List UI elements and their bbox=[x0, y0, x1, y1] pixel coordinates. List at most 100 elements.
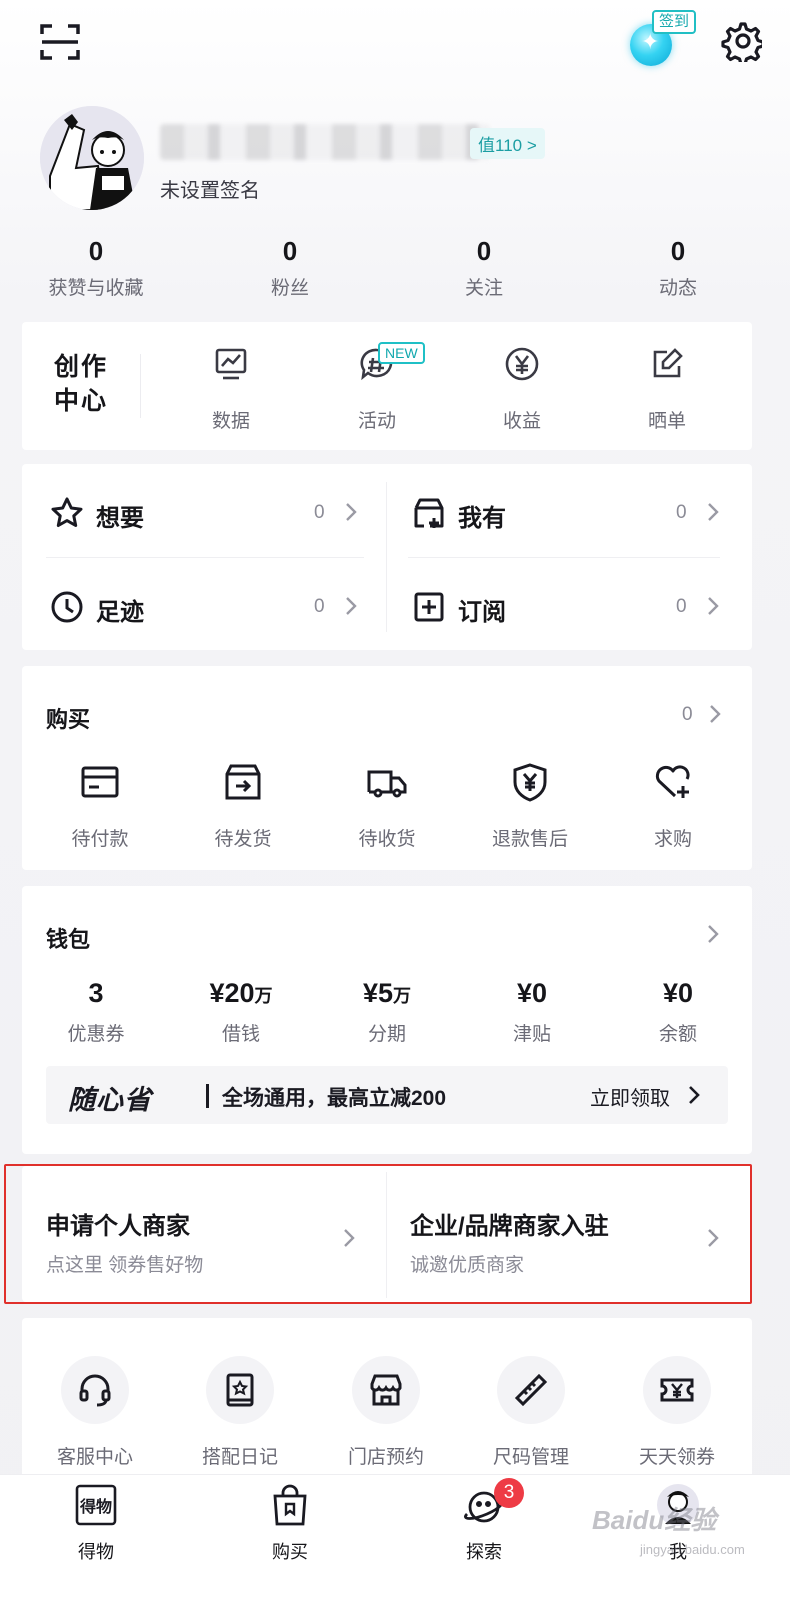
level-chip[interactable]: 值110 > bbox=[470, 128, 545, 159]
chevron-right-icon[interactable] bbox=[704, 922, 722, 951]
wallet-balance[interactable]: ¥0 余额 bbox=[618, 978, 738, 1046]
gear-icon[interactable] bbox=[720, 20, 765, 66]
stat-posts[interactable]: 0 动态 bbox=[608, 236, 748, 300]
signature[interactable]: 未设置签名 bbox=[160, 174, 260, 203]
chevron-right-icon[interactable] bbox=[706, 702, 724, 731]
yen-circle-icon bbox=[502, 344, 542, 384]
store-icon bbox=[352, 1356, 420, 1424]
own-entry[interactable]: 我有 0 bbox=[386, 466, 726, 558]
stat-value: 0 bbox=[670, 236, 686, 266]
divider bbox=[206, 1084, 209, 1108]
refund-aftersale-label: 退款售后 bbox=[491, 829, 568, 850]
subscribe-count: 0 bbox=[676, 596, 687, 617]
history-entry[interactable]: 足迹 0 bbox=[24, 560, 364, 652]
pending-shipment[interactable]: 待发货 bbox=[183, 762, 303, 851]
stat-likes[interactable]: 0 获赞与收藏 bbox=[26, 236, 166, 300]
stat-fans[interactable]: 0 粉丝 bbox=[220, 236, 360, 300]
promo-text: 全场通用，最高立减200 bbox=[222, 1087, 447, 1110]
wallet-title[interactable]: 钱包 bbox=[46, 922, 90, 954]
purchase-title[interactable]: 购买 bbox=[46, 702, 90, 734]
highlight-outline bbox=[4, 1164, 752, 1304]
history-label: 足迹 bbox=[96, 599, 144, 626]
purchase-count[interactable]: 0 bbox=[682, 704, 693, 726]
creator-item-income[interactable]: 收益 bbox=[472, 344, 572, 433]
service-customer-center[interactable]: 客服中心 bbox=[30, 1356, 160, 1469]
wallet-label: 津贴 bbox=[512, 1024, 551, 1045]
wallet-loan[interactable]: ¥20万 借钱 bbox=[181, 978, 301, 1046]
tab-purchase[interactable]: 购买 bbox=[230, 1482, 350, 1564]
pending-payment-label: 待付款 bbox=[71, 829, 129, 850]
chevron-right-icon bbox=[686, 1084, 702, 1106]
card-icon bbox=[80, 762, 120, 802]
refund-aftersale[interactable]: 退款售后 bbox=[470, 762, 590, 851]
own-count: 0 bbox=[676, 502, 687, 523]
stat-value: 0 bbox=[282, 236, 298, 266]
subscribe-entry[interactable]: 订阅 0 bbox=[386, 560, 726, 652]
want-label: 想要 bbox=[96, 505, 144, 532]
wanted-request[interactable]: 求购 bbox=[613, 762, 733, 851]
tab-dewu[interactable]: 得物 得物 bbox=[36, 1482, 156, 1564]
watermark-url: jingyan.baidu.com bbox=[640, 1542, 745, 1557]
promo-logo: 随心省 bbox=[68, 1085, 152, 1115]
service-label: 搭配日记 bbox=[201, 1447, 278, 1468]
creator-item-label: 活动 bbox=[357, 411, 396, 432]
want-count: 0 bbox=[314, 502, 325, 523]
creator-item-showcase[interactable]: 晒单 bbox=[617, 344, 717, 433]
service-daily-coupons[interactable]: 天天领券 bbox=[612, 1356, 742, 1469]
avatar[interactable] bbox=[40, 106, 144, 210]
wallet-value: ¥20万 bbox=[209, 978, 273, 1008]
service-store-booking[interactable]: 门店预约 bbox=[321, 1356, 451, 1469]
shopping-bag-icon bbox=[267, 1482, 313, 1528]
wallet-coupons[interactable]: 3 优惠券 bbox=[36, 978, 156, 1046]
stat-label: 获赞与收藏 bbox=[48, 278, 144, 299]
creator-item-label: 晒单 bbox=[647, 411, 686, 432]
plus-square-icon bbox=[412, 590, 446, 624]
tab-label: 得物 bbox=[78, 1542, 114, 1562]
want-entry[interactable]: 想要 0 bbox=[24, 466, 364, 558]
chart-icon bbox=[211, 344, 251, 384]
creator-item-label: 数据 bbox=[211, 411, 250, 432]
package-icon bbox=[223, 762, 263, 802]
promo-claim-link[interactable]: 立即领取 bbox=[590, 1082, 670, 1111]
subscribe-label: 订阅 bbox=[458, 599, 506, 626]
headset-icon bbox=[61, 1356, 129, 1424]
heart-plus-icon bbox=[653, 762, 693, 802]
wallet-installment[interactable]: ¥5万 分期 bbox=[327, 978, 447, 1046]
truck-icon bbox=[367, 762, 407, 802]
shield-yen-icon bbox=[510, 762, 550, 802]
chevron-right-icon bbox=[342, 500, 360, 524]
stat-following[interactable]: 0 关注 bbox=[414, 236, 554, 300]
star-icon bbox=[50, 496, 84, 530]
divider bbox=[140, 354, 141, 418]
ticket-icon bbox=[643, 1356, 711, 1424]
checkin-button[interactable]: 签到 bbox=[628, 8, 698, 68]
service-outfit-diary[interactable]: 搭配日记 bbox=[175, 1356, 305, 1469]
creator-center-card: 创作中心 数据 活动 收益 晒单 NEW bbox=[22, 322, 752, 450]
diary-icon bbox=[206, 1356, 274, 1424]
service-label: 天天领券 bbox=[638, 1447, 715, 1468]
watermark: Baidu经验 bbox=[592, 1505, 717, 1535]
scan-icon[interactable] bbox=[38, 22, 82, 62]
stat-label: 动态 bbox=[658, 278, 697, 299]
wallet-value: 3 bbox=[88, 978, 104, 1008]
own-label: 我有 bbox=[458, 505, 506, 532]
stat-value: 0 bbox=[88, 236, 104, 266]
chevron-right-icon bbox=[704, 500, 722, 524]
creator-item-data[interactable]: 数据 bbox=[181, 344, 281, 433]
pending-payment[interactable]: 待付款 bbox=[40, 762, 160, 851]
tab-label: 购买 bbox=[272, 1542, 308, 1562]
service-size-management[interactable]: 尺码管理 bbox=[466, 1356, 596, 1469]
history-count: 0 bbox=[314, 596, 325, 617]
checkin-label: 签到 bbox=[652, 10, 697, 34]
svg-text:得物: 得物 bbox=[79, 1497, 112, 1516]
chevron-right-icon bbox=[342, 594, 360, 618]
wallet-label: 余额 bbox=[658, 1024, 697, 1045]
creator-center-title[interactable]: 创作中心 bbox=[54, 350, 114, 418]
wallet-value: ¥0 bbox=[516, 978, 548, 1008]
tab-explore[interactable]: 探索 bbox=[424, 1482, 544, 1564]
service-label: 客服中心 bbox=[56, 1447, 133, 1468]
promo-banner[interactable]: 随心省 全场通用，最高立减200 立即领取 bbox=[46, 1066, 728, 1124]
wallet-allowance[interactable]: ¥0 津贴 bbox=[472, 978, 592, 1046]
wanted-request-label: 求购 bbox=[653, 829, 692, 850]
pending-receipt[interactable]: 待收货 bbox=[327, 762, 447, 851]
